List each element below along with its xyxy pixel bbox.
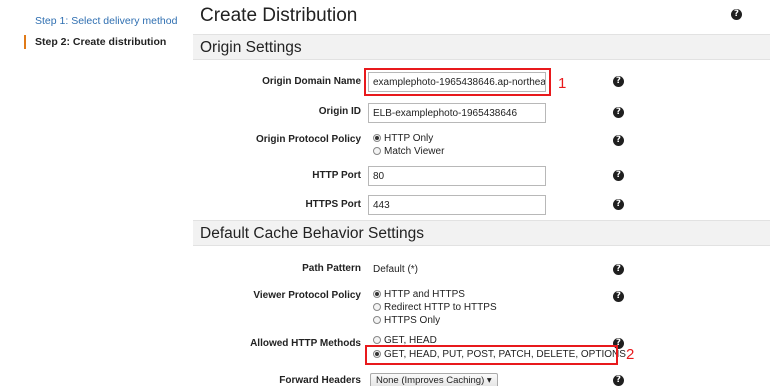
origin-id-label: Origin ID <box>318 106 361 117</box>
radio-http-and-https[interactable]: HTTP and HTTPS <box>373 289 465 301</box>
origin-domain-name-label: Origin Domain Name <box>262 76 361 87</box>
caret-down-icon: ▾ <box>486 375 492 386</box>
forward-headers-dropdown[interactable]: None (Improves Caching) ▾ <box>370 373 498 386</box>
help-icon[interactable]: ? <box>613 76 624 87</box>
help-icon[interactable]: ? <box>613 135 624 146</box>
radio-http-only[interactable]: HTTP Only <box>373 133 433 145</box>
radio-redirect-http-to-https[interactable]: Redirect HTTP to HTTPS <box>373 302 497 314</box>
help-icon[interactable]: ? <box>613 170 624 181</box>
radio-match-viewer[interactable]: Match Viewer <box>373 146 444 158</box>
https-port-label: HTTPS Port <box>305 199 361 210</box>
section-title: Origin Settings <box>200 39 302 56</box>
section-title: Default Cache Behavior Settings <box>200 225 425 242</box>
sidebar-step-create-distribution: Step 2: Create distribution <box>24 35 166 49</box>
annotation-box-2 <box>365 345 618 365</box>
help-icon[interactable]: ? <box>613 291 624 302</box>
origin-settings-section: Origin Settings <box>193 34 770 60</box>
radio-unselected-icon[interactable] <box>373 316 381 324</box>
allowed-http-methods-label: Allowed HTTP Methods <box>250 338 361 349</box>
http-port-input[interactable]: 80 <box>368 166 546 186</box>
http-port-label: HTTP Port <box>312 170 361 181</box>
https-port-input[interactable]: 443 <box>368 195 546 215</box>
page-help-icon[interactable]: ? <box>731 9 742 20</box>
radio-unselected-icon[interactable] <box>373 336 381 344</box>
sidebar-step-select-delivery-method[interactable]: Step 1: Select delivery method <box>24 14 177 28</box>
origin-protocol-policy-label: Origin Protocol Policy <box>255 134 361 145</box>
page-title: Create Distribution <box>200 5 358 26</box>
path-pattern-value: Default (*) <box>373 264 419 275</box>
help-icon[interactable]: ? <box>613 264 624 275</box>
annotation-number-1: 1 <box>558 75 567 92</box>
help-icon[interactable]: ? <box>613 199 624 210</box>
annotation-number-2: 2 <box>626 346 635 363</box>
radio-selected-icon[interactable] <box>373 134 381 142</box>
help-icon[interactable]: ? <box>613 375 624 386</box>
viewer-protocol-policy-label: Viewer Protocol Policy <box>253 290 361 301</box>
radio-https-only[interactable]: HTTPS Only <box>373 315 440 327</box>
annotation-box-1 <box>364 68 551 96</box>
path-pattern-label: Path Pattern <box>302 263 361 274</box>
radio-selected-icon[interactable] <box>373 290 381 298</box>
cache-behavior-section: Default Cache Behavior Settings <box>193 220 770 246</box>
radio-unselected-icon[interactable] <box>373 147 381 155</box>
origin-id-input[interactable]: ELB-examplephoto-1965438646 <box>368 103 546 123</box>
forward-headers-label: Forward Headers <box>279 375 361 386</box>
help-icon[interactable]: ? <box>613 107 624 118</box>
radio-unselected-icon[interactable] <box>373 303 381 311</box>
